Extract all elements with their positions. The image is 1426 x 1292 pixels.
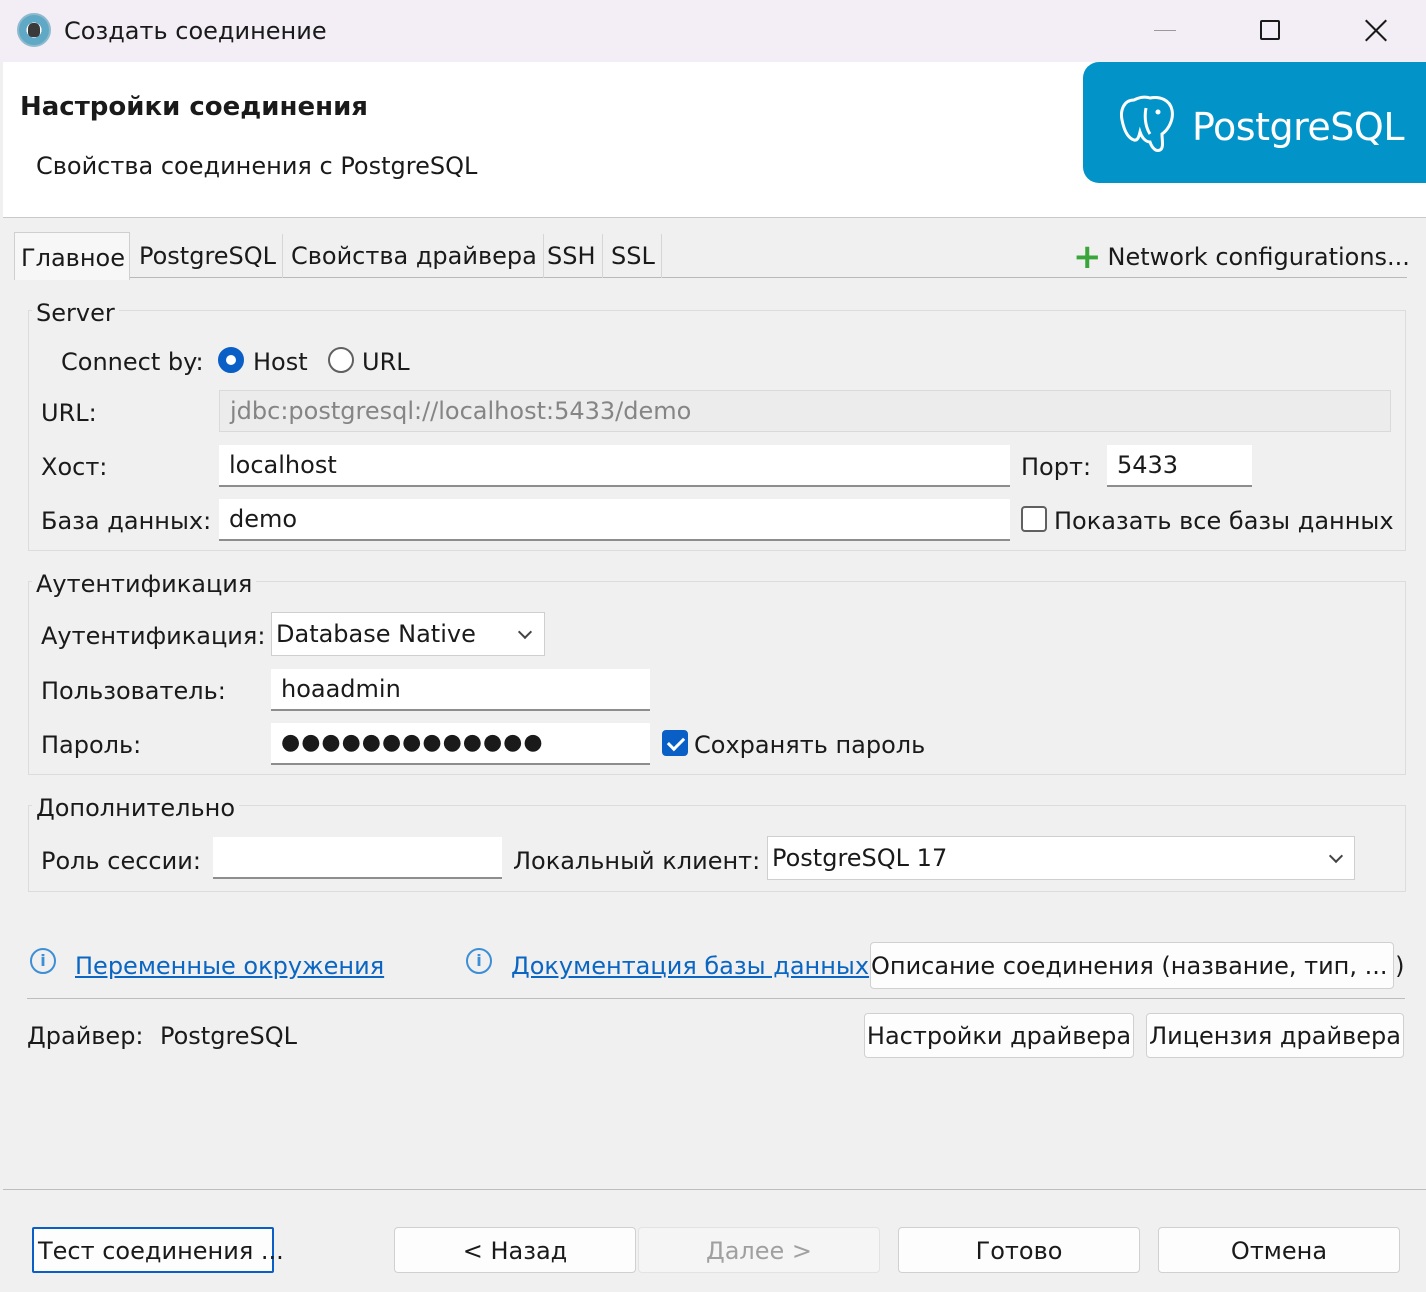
window-title: Создать соединение xyxy=(64,17,327,45)
page-subtitle: Свойства соединения с PostgreSQL xyxy=(36,152,478,180)
server-group-title: Server xyxy=(32,298,119,328)
info-icon: i xyxy=(466,948,492,974)
auth-select[interactable]: Database Native xyxy=(271,612,545,656)
database-field[interactable]: demo xyxy=(219,499,1010,541)
network-configurations-button[interactable]: + Network configurations... xyxy=(1073,240,1410,274)
show-all-databases-label: Показать все базы данных xyxy=(1054,507,1394,535)
save-password-checkbox[interactable] xyxy=(662,730,688,756)
url-label: URL: xyxy=(41,399,97,427)
plus-icon: + xyxy=(1073,237,1102,277)
show-all-databases-checkbox[interactable] xyxy=(1021,506,1047,532)
host-label: Хост: xyxy=(41,453,108,481)
url-radio[interactable] xyxy=(328,347,354,373)
password-label: Пароль: xyxy=(41,731,142,759)
minimize-icon[interactable] xyxy=(1154,30,1176,31)
close-icon[interactable] xyxy=(1362,17,1390,45)
app-icon xyxy=(17,13,51,47)
local-client-select[interactable]: PostgreSQL 17 xyxy=(767,836,1355,880)
save-password-label: Сохранять пароль xyxy=(694,731,926,759)
tab-ssl[interactable]: SSL xyxy=(605,234,662,278)
tab-main[interactable]: Главное xyxy=(14,232,130,280)
host-radio-label: Host xyxy=(253,348,308,376)
test-connection-button[interactable]: Тест соединения ... xyxy=(32,1227,284,1273)
connect-by-label: Connect by: xyxy=(61,348,204,376)
local-client-select-value: PostgreSQL 17 xyxy=(772,844,948,872)
session-role-field[interactable] xyxy=(213,837,502,879)
finish-button[interactable]: Готово xyxy=(898,1227,1140,1273)
maximize-icon[interactable] xyxy=(1260,20,1280,40)
driver-label: Драйвер: xyxy=(27,1022,144,1050)
network-configurations-label: Network configurations... xyxy=(1107,243,1410,271)
connection-description-button[interactable]: Описание соединения (название, тип, ... … xyxy=(870,942,1405,989)
port-label: Порт: xyxy=(1021,453,1092,481)
back-button[interactable]: < Назад xyxy=(394,1227,636,1273)
auth-group-title: Аутентификация xyxy=(32,569,257,599)
driver-value: PostgreSQL xyxy=(160,1022,298,1050)
env-vars-link[interactable]: Переменные окружения xyxy=(75,950,384,982)
driver-settings-button[interactable]: Настройки драйвера xyxy=(864,1013,1134,1058)
cancel-button[interactable]: Отмена xyxy=(1158,1227,1400,1273)
tab-ssh[interactable]: SSH xyxy=(541,234,603,278)
page-title: Настройки соединения xyxy=(20,92,368,122)
port-field[interactable]: 5433 xyxy=(1107,445,1252,487)
local-client-label: Локальный клиент: xyxy=(513,847,761,875)
user-label: Пользователь: xyxy=(41,677,226,705)
database-label: База данных: xyxy=(41,507,212,535)
url-radio-label: URL xyxy=(362,348,410,376)
elephant-icon xyxy=(1120,95,1174,152)
footer-separator xyxy=(3,1189,1426,1190)
url-field: jdbc:postgresql://localhost:5433/demo xyxy=(219,390,1391,432)
driver-license-button[interactable]: Лицензия драйвера xyxy=(1146,1013,1404,1058)
db-docs-link[interactable]: Документация базы данных xyxy=(511,950,869,982)
separator xyxy=(27,998,1405,999)
tab-driver-properties[interactable]: Свойства драйвера xyxy=(285,234,544,278)
session-role-label: Роль сессии: xyxy=(41,847,201,875)
next-button: Далее > xyxy=(638,1227,880,1273)
postgresql-logo-text: PostgreSQL xyxy=(1192,105,1405,149)
host-radio[interactable] xyxy=(218,347,244,373)
auth-label: Аутентификация: xyxy=(41,622,266,650)
tab-postgresql[interactable]: PostgreSQL xyxy=(133,234,284,278)
advanced-group-title: Дополнительно xyxy=(32,793,240,823)
host-field[interactable]: localhost xyxy=(219,445,1010,487)
auth-select-value: Database Native xyxy=(276,620,476,648)
password-field[interactable]: ●●●●●●●●●●●●● xyxy=(271,723,650,765)
user-field[interactable]: hoaadmin xyxy=(271,669,650,711)
info-icon: i xyxy=(30,948,56,974)
